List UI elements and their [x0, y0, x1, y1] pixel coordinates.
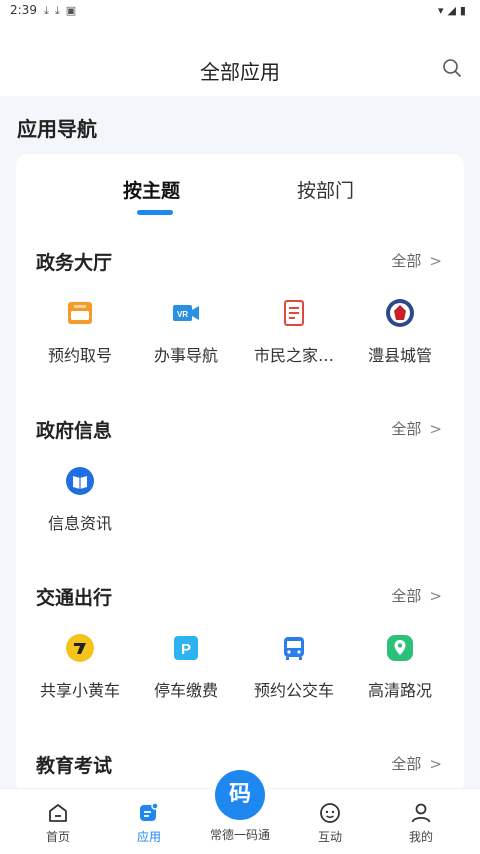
tab-by-topic[interactable]: 按主题	[123, 176, 180, 203]
app-navigation-card: 按主题 按部门 政务大厅 全部 > 预约取号 VR 办事导航 市民之家… 澧县城…	[16, 154, 464, 794]
page-title: 全部应用	[200, 60, 280, 84]
app-item[interactable]: VR 办事导航	[131, 298, 241, 366]
app-item[interactable]: 市民之家…	[239, 298, 349, 366]
battery-icon: ▾◢▮	[437, 4, 470, 17]
app-label: 高清路况	[367, 681, 432, 700]
view-all-button[interactable]: 全部 >	[391, 753, 442, 774]
tab-bar: 按主题 按部门	[16, 176, 464, 216]
document-icon	[284, 300, 304, 326]
app-label: 预约取号	[47, 346, 112, 365]
app-item[interactable]: 预约公交车	[239, 633, 349, 701]
app-label: 澧县城管	[367, 346, 432, 365]
person-icon	[411, 803, 431, 823]
view-all-button[interactable]: 全部 >	[391, 250, 442, 271]
map-pin-icon	[387, 635, 413, 661]
svg-text:P: P	[181, 641, 191, 658]
view-all-button[interactable]: 全部 >	[391, 418, 442, 439]
download-icon: ⤓⤓▣	[44, 4, 83, 17]
app-label: 预约公交车	[253, 681, 334, 700]
nav-code-label: 常德一码通	[209, 828, 270, 842]
code-icon: 码	[228, 782, 251, 807]
ticket-icon	[68, 302, 92, 324]
app-item[interactable]: 澧县城管	[345, 298, 455, 366]
app-label: 共享小黄车	[39, 681, 120, 700]
app-label: 信息资讯	[47, 514, 112, 533]
app-item[interactable]: 信息资讯	[25, 466, 135, 534]
app-item[interactable]: 共享小黄车	[25, 633, 135, 701]
group-title: 教育考试	[36, 755, 113, 777]
nav-interaction[interactable]: 互动	[282, 789, 378, 854]
nav-mine[interactable]: 我的	[373, 789, 469, 854]
news-book-icon	[66, 467, 94, 495]
tab-indicator	[137, 210, 173, 215]
app-label: 市民之家…	[253, 346, 334, 365]
emblem-icon	[386, 299, 414, 327]
chevron-right-icon: >	[429, 755, 442, 773]
vr-camera-icon: VR	[173, 305, 199, 321]
section-title: 应用导航	[17, 117, 97, 141]
header: 全部应用	[0, 22, 480, 96]
group-title: 政务大厅	[36, 252, 113, 274]
app-item[interactable]: P 停车缴费	[131, 633, 241, 701]
code-scan-button[interactable]: 码	[215, 770, 265, 820]
group-title: 交通出行	[36, 587, 113, 609]
apps-icon	[140, 802, 159, 821]
chevron-right-icon: >	[429, 420, 442, 438]
parking-icon: P	[174, 636, 198, 660]
app-label: 办事导航	[153, 346, 218, 365]
home-icon	[49, 804, 67, 822]
group-title: 政府信息	[36, 420, 113, 442]
app-label: 停车缴费	[153, 681, 218, 700]
bus-icon	[284, 637, 304, 660]
status-time: 2:39	[10, 3, 37, 17]
nav-apps[interactable]: 应用	[101, 789, 197, 854]
svg-text:VR: VR	[177, 310, 188, 319]
bike-share-icon	[66, 634, 94, 662]
chevron-right-icon: >	[429, 252, 442, 270]
tab-by-department[interactable]: 按部门	[297, 176, 354, 203]
search-icon[interactable]	[442, 58, 462, 78]
nav-home[interactable]: 首页	[10, 789, 106, 854]
view-all-button[interactable]: 全部 >	[391, 585, 442, 606]
chevron-right-icon: >	[429, 587, 442, 605]
app-item[interactable]: 预约取号	[25, 298, 135, 366]
status-bar: 2:39 ⤓⤓▣ ▾◢▮	[0, 0, 480, 22]
app-item[interactable]: 高清路况	[345, 633, 455, 701]
chat-icon	[320, 803, 340, 823]
